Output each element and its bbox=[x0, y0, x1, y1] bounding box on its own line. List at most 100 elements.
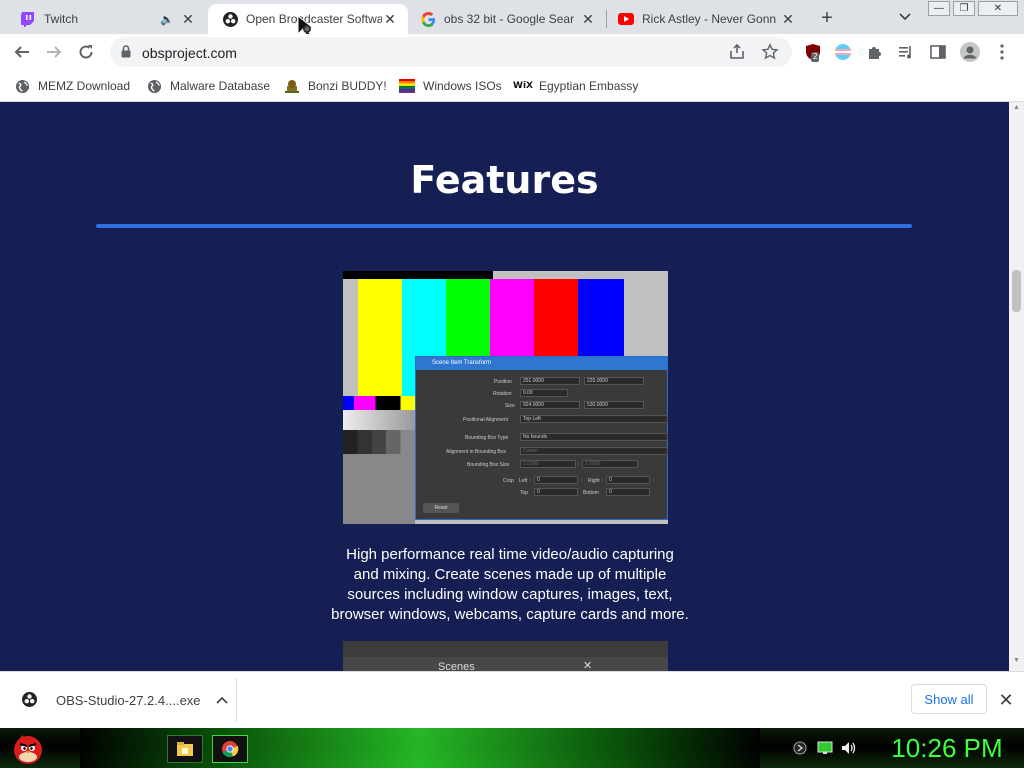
bounding-box-size-label: Bounding Box Size bbox=[467, 462, 510, 468]
positional-alignment-label: Positional Alignment bbox=[463, 417, 509, 423]
chevron-up-icon[interactable] bbox=[216, 696, 232, 704]
tray-volume-icon[interactable] bbox=[841, 740, 857, 756]
tab-twitch[interactable]: Twitch 🔈 ✕ bbox=[6, 4, 206, 34]
bookmark-windows-isos[interactable]: Windows ISOs bbox=[399, 76, 502, 96]
close-icon[interactable]: ✕ bbox=[996, 690, 1016, 710]
size-h-field: 530.0000 bbox=[584, 401, 644, 409]
tab-youtube[interactable]: Rick Astley - Never Gonn ✕ bbox=[604, 4, 806, 34]
address-bar[interactable]: obsproject.com bbox=[110, 37, 792, 67]
scenes-panel-image: Scenes ✕ bbox=[343, 641, 668, 671]
description-line: and mixing. Create scenes made up of mul… bbox=[353, 566, 667, 583]
chrome-taskbar-icon[interactable] bbox=[212, 735, 248, 763]
google-icon bbox=[420, 11, 436, 27]
reset-button: Reset bbox=[423, 503, 459, 513]
close-tab-icon[interactable]: ✕ bbox=[580, 11, 596, 27]
share-icon[interactable] bbox=[728, 43, 746, 66]
rotation-label: Rotation bbox=[493, 391, 512, 397]
description-line: browser windows, webcams, capture cards … bbox=[331, 606, 689, 623]
bookmark-label: Malware Database bbox=[170, 79, 271, 93]
tab-google[interactable]: obs 32 bit - Google Sear ✕ bbox=[406, 4, 606, 34]
alignment-in-bounding-box-label: Alignment in Bounding Box bbox=[446, 449, 507, 455]
forward-icon[interactable] bbox=[44, 42, 64, 62]
alignment-in-bounding-box-field: Center bbox=[520, 447, 668, 455]
bb-width-field: 1.0000 bbox=[520, 460, 576, 468]
page-scrollbar[interactable]: ▲ ▼ bbox=[1009, 102, 1024, 671]
browser-toolbar: obsproject.com 2 bbox=[0, 34, 1024, 70]
media-control-icon[interactable] bbox=[896, 42, 916, 62]
taskbar: 10:26 PM bbox=[0, 728, 1024, 768]
tab-strip: Twitch 🔈 ✕ Open Broadcaster Softwa ✕ obs… bbox=[0, 0, 1024, 34]
lock-icon[interactable] bbox=[121, 45, 131, 63]
feature-screenshot-image: Scene Item Transform Position 251.0000 2… bbox=[343, 271, 668, 524]
taskbar-clock[interactable]: 10:26 PM bbox=[872, 731, 1022, 765]
tray-monitor-icon[interactable] bbox=[817, 740, 833, 756]
bounding-box-type-label: Bounding Box Type bbox=[465, 435, 509, 441]
bonzi-icon bbox=[284, 78, 300, 94]
extensions-puzzle-icon[interactable] bbox=[864, 42, 884, 62]
bookmark-memz[interactable]: MEMZ Download bbox=[14, 76, 130, 96]
bookmark-label: Bonzi BUDDY! bbox=[308, 79, 387, 93]
crop-bottom-label: Bottom bbox=[583, 490, 599, 496]
scene-item-transform-dialog: Scene Item Transform Position 251.0000 2… bbox=[415, 356, 668, 520]
close-tab-icon[interactable]: ✕ bbox=[180, 11, 196, 27]
close-tab-icon[interactable]: ✕ bbox=[382, 11, 398, 27]
speaker-icon[interactable]: 🔈 bbox=[160, 13, 174, 26]
ublock-icon[interactable]: 2 bbox=[803, 42, 823, 62]
twitch-icon bbox=[20, 11, 36, 27]
description-line: High performance real time video/audio c… bbox=[346, 546, 674, 563]
back-icon[interactable] bbox=[12, 42, 32, 62]
rotation-field: 0.00 bbox=[520, 389, 568, 397]
menu-kebab-icon[interactable] bbox=[992, 42, 1012, 62]
bookmark-star-icon[interactable] bbox=[761, 43, 779, 66]
start-button-angry-bird-icon[interactable] bbox=[8, 729, 48, 767]
reload-icon[interactable] bbox=[76, 42, 96, 62]
pride-extension-icon[interactable] bbox=[833, 42, 853, 62]
tab-title: Twitch bbox=[44, 12, 79, 26]
crop-top-label: Top bbox=[520, 490, 529, 496]
crop-right-label: Right bbox=[588, 478, 600, 484]
restore-button[interactable]: ❐ bbox=[953, 1, 975, 16]
crop-top-field: 0 bbox=[534, 488, 578, 496]
crop-bottom-field: 0 bbox=[606, 488, 650, 496]
dialog-title: Scene Item Transform bbox=[416, 357, 667, 370]
minimize-button[interactable]: — bbox=[928, 1, 950, 16]
bookmark-egyptian-embassy[interactable]: WiX Egyptian Embassy bbox=[513, 76, 638, 96]
tray-network-icon[interactable] bbox=[792, 740, 808, 756]
obs-icon bbox=[222, 11, 238, 27]
gray-steps bbox=[343, 430, 415, 454]
new-tab-button[interactable]: + bbox=[816, 7, 838, 29]
heading-divider bbox=[96, 224, 912, 228]
features-heading: Features bbox=[410, 158, 599, 202]
lower-color-strip bbox=[343, 396, 415, 410]
profile-avatar-icon[interactable] bbox=[960, 42, 980, 62]
show-all-button[interactable]: Show all bbox=[911, 684, 987, 714]
scroll-up-arrow-icon[interactable]: ▲ bbox=[1012, 104, 1021, 114]
bounding-box-type-field: No bounds bbox=[520, 433, 668, 441]
page-viewport: Features Scene Item Transform Position 2… bbox=[0, 102, 1024, 671]
side-panel-icon[interactable] bbox=[928, 42, 948, 62]
positional-alignment-field: Top Left bbox=[520, 415, 668, 423]
gradient-strip bbox=[343, 410, 415, 430]
image-top-bar bbox=[343, 271, 493, 279]
crop-left-label: Left bbox=[519, 478, 528, 484]
size-label: Size bbox=[505, 403, 515, 409]
download-shelf: OBS-Studio-27.2.4....exe Show all ✕ bbox=[0, 671, 1024, 728]
close-tab-icon[interactable]: ✕ bbox=[780, 11, 796, 27]
bookmark-label: MEMZ Download bbox=[38, 79, 131, 93]
scroll-thumb[interactable] bbox=[1012, 270, 1021, 312]
scroll-down-arrow-icon[interactable]: ▼ bbox=[1012, 657, 1021, 667]
tab-search-chevron-icon[interactable] bbox=[895, 8, 915, 26]
tab-title: obs 32 bit - Google Sear bbox=[444, 12, 575, 26]
crop-left-field: 0 bbox=[534, 476, 578, 484]
download-item[interactable]: OBS-Studio-27.2.4....exe bbox=[14, 684, 236, 716]
ublock-badge: 2 bbox=[811, 52, 820, 62]
bookmark-bonzi-buddy[interactable]: Bonzi BUDDY! bbox=[284, 76, 387, 96]
url-text: obsproject.com bbox=[142, 45, 237, 61]
file-explorer-taskbar-icon[interactable] bbox=[167, 735, 203, 763]
size-w-field: 924.0000 bbox=[520, 401, 580, 409]
close-window-button[interactable]: ✕ bbox=[978, 1, 1018, 16]
bookmark-malware-database[interactable]: Malware Database bbox=[146, 76, 270, 96]
gray-field bbox=[343, 454, 415, 524]
obs-icon bbox=[22, 692, 38, 708]
obs-features-section: Features Scene Item Transform Position 2… bbox=[0, 102, 1009, 671]
